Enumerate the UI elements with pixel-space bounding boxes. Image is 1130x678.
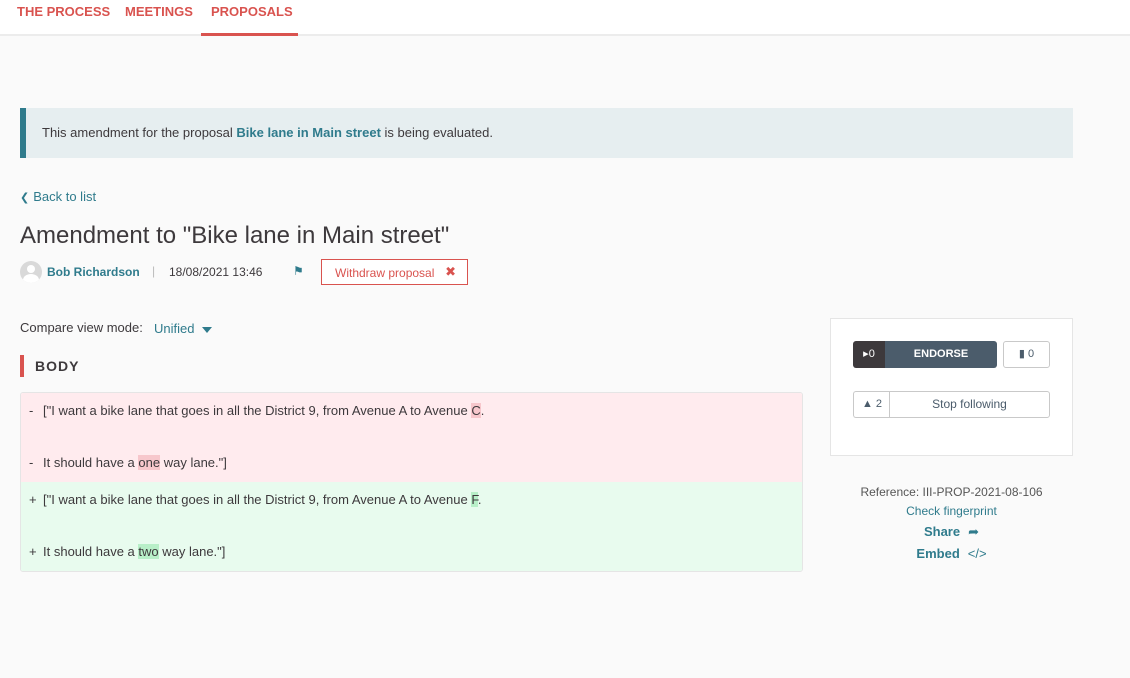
share-link[interactable]: Share ➦: [830, 524, 1073, 540]
diff-line-removed: - It should have a one way lane."]: [29, 455, 227, 470]
callout-prefix: This amendment for the proposal: [42, 125, 233, 140]
diff-line-added: + It should have a two way lane."]: [29, 544, 226, 559]
reference-text: Reference: III-PROP-2021-08-106: [860, 485, 1043, 499]
endorse-count: ▸0: [853, 341, 885, 368]
diff-line-added: + ["I want a bike lane that goes in all t…: [29, 492, 482, 507]
diff-line-removed: - ["I want a bike lane that goes in all t…: [29, 403, 485, 418]
callout-text: This amendment for the proposal Bike lan…: [42, 125, 493, 140]
compare-view-value: Unified: [154, 321, 195, 336]
withdraw-proposal-button[interactable]: Withdraw proposal ✖: [321, 259, 468, 285]
support-card: ▸0 ENDORSE ▮ 0 ▲ 2 Stop following: [830, 318, 1073, 456]
callout-suffix: is being evaluated.: [384, 125, 493, 140]
embed-link[interactable]: Embed </>: [830, 546, 1073, 561]
comment-icon: ▮: [1018, 348, 1025, 360]
separator: |: [152, 264, 156, 278]
stop-following-button[interactable]: Stop following: [889, 391, 1050, 418]
diff-viewer: - ["I want a bike lane that goes in all t…: [20, 392, 803, 572]
back-link-label: Back to list: [33, 189, 97, 204]
section-title-body: BODY: [20, 355, 79, 377]
chevron-left-icon: ❮: [20, 192, 30, 204]
page-title: Amendment to "Bike lane in Main street": [20, 222, 450, 249]
tab-the-process[interactable]: THE PROCESS: [17, 0, 110, 36]
caret-down-icon: [202, 326, 213, 333]
avatar: [20, 261, 42, 283]
comments-count-button[interactable]: ▮ 0: [1003, 341, 1050, 368]
bell-icon: ▲: [861, 398, 873, 410]
check-fingerprint-link[interactable]: Check fingerprint: [830, 504, 1073, 518]
diff-added-block: + ["I want a bike lane that goes in all t…: [21, 482, 802, 571]
diff-removed-block: - ["I want a bike lane that goes in all t…: [21, 393, 802, 482]
endorse-button[interactable]: ENDORSE: [885, 341, 997, 368]
code-icon: </>: [967, 546, 987, 561]
callout-proposal-link[interactable]: Bike lane in Main street: [236, 125, 381, 140]
tab-meetings[interactable]: MEETINGS: [125, 0, 193, 36]
author-name-link[interactable]: Bob Richardson: [47, 265, 140, 279]
tab-proposals[interactable]: PROPOSALS: [201, 0, 298, 36]
back-to-list-link[interactable]: ❮ Back to list: [20, 189, 96, 204]
compare-view-label: Compare view mode:: [20, 320, 143, 335]
publish-date: 18/08/2021 13:46: [169, 265, 263, 279]
withdraw-label: Withdraw proposal: [335, 266, 435, 280]
close-icon: ✖: [445, 264, 456, 279]
share-icon: ➦: [968, 524, 980, 539]
evaluation-callout: This amendment for the proposal Bike lan…: [20, 108, 1073, 158]
flag-icon[interactable]: ⚑: [293, 264, 304, 278]
followers-count: ▲ 2: [853, 391, 890, 418]
compare-view-select[interactable]: Unified: [154, 321, 213, 336]
top-navigation: THE PROCESS MEETINGS PROPOSALS: [0, 0, 1130, 36]
